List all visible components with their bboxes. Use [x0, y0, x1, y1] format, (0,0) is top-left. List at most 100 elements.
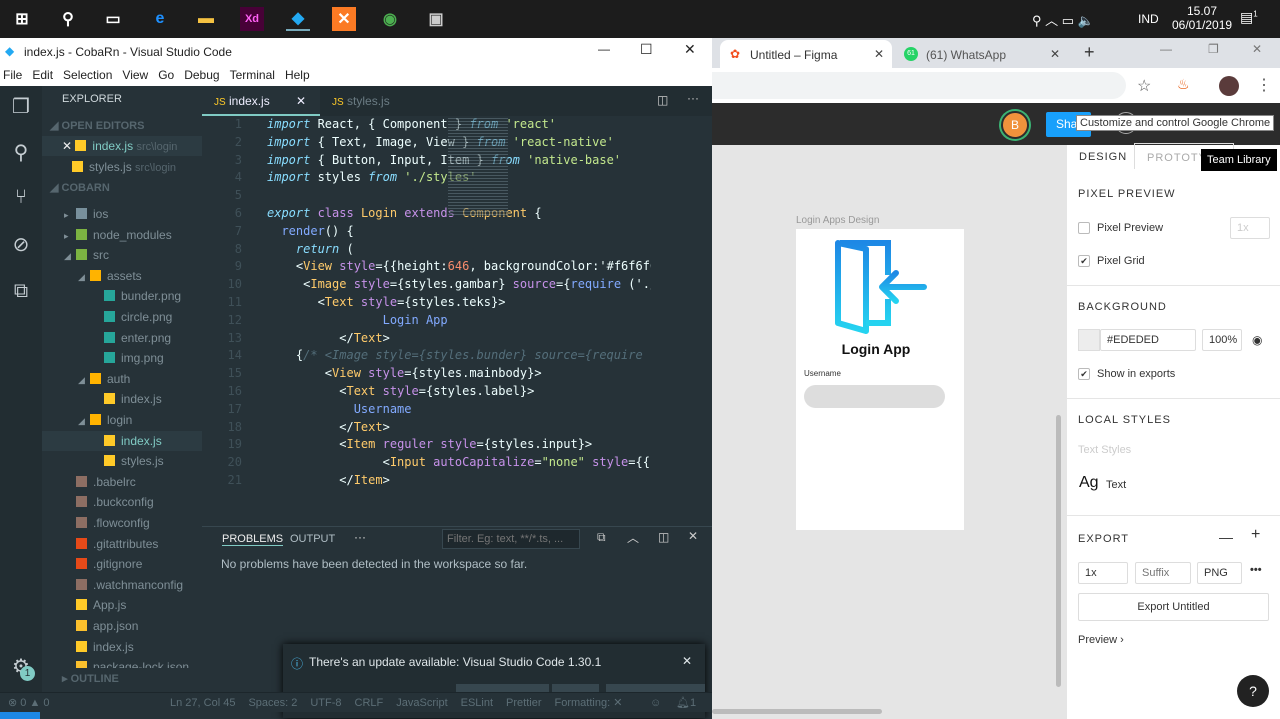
- open-editor-item[interactable]: styles.js src\login: [42, 157, 202, 177]
- close-window-button[interactable]: ✕: [1252, 42, 1262, 56]
- export-suffix-input[interactable]: [1135, 562, 1191, 584]
- code-line[interactable]: <Item reguler style={styles.input}>: [267, 437, 651, 451]
- export-format-select[interactable]: PNG: [1197, 562, 1242, 584]
- tray-icons[interactable]: ⚲ ︿ ▭ 🔈: [1032, 10, 1094, 29]
- open-editors-section[interactable]: ◢ OPEN EDITORS: [42, 115, 202, 135]
- vertical-scrollbar[interactable]: [1056, 415, 1061, 687]
- export-more-icon[interactable]: •••: [1250, 564, 1262, 576]
- tree-item[interactable]: ◢ login: [42, 410, 202, 430]
- new-tab-button[interactable]: +: [1084, 42, 1095, 63]
- tree-item[interactable]: img.png: [42, 348, 202, 368]
- code-line[interactable]: <View style={{height:646, backgroundColo…: [267, 259, 651, 273]
- code-line[interactable]: Username: [267, 402, 651, 416]
- tree-item[interactable]: .gitattributes: [42, 534, 202, 554]
- minimize-button[interactable]: —: [1160, 42, 1172, 56]
- user-avatar[interactable]: B: [1001, 111, 1029, 139]
- tree-item[interactable]: .babelrc: [42, 472, 202, 492]
- menu-file[interactable]: File: [3, 68, 22, 82]
- tree-item[interactable]: styles.js: [42, 451, 202, 471]
- code-line[interactable]: <Text style={styles.label}>: [267, 384, 651, 398]
- close-panel-icon[interactable]: ✕: [688, 529, 698, 543]
- tree-item[interactable]: App.js: [42, 595, 202, 615]
- tab-styles-js[interactable]: JS styles.js: [320, 86, 390, 116]
- code-line[interactable]: <View style={styles.mainbody}>: [267, 366, 651, 380]
- toggle-panel-icon[interactable]: ◫: [658, 530, 669, 544]
- menu-edit[interactable]: Edit: [32, 68, 53, 82]
- maximize-panel-icon[interactable]: ︿: [627, 529, 639, 546]
- settings-gear-icon[interactable]: ⚙ 1: [8, 654, 35, 681]
- username-field[interactable]: [804, 385, 945, 408]
- extension-fire-icon[interactable]: ♨: [1177, 76, 1190, 93]
- code-line[interactable]: <Text style={styles.teks}>: [267, 295, 651, 309]
- export-preview-toggle[interactable]: Preview ›: [1078, 634, 1124, 646]
- tree-item[interactable]: ▸ ios: [42, 204, 202, 224]
- eye-visibility-icon[interactable]: ◉: [1252, 333, 1262, 347]
- tree-item[interactable]: .buckconfig: [42, 492, 202, 512]
- code-line[interactable]: </Text>: [267, 420, 651, 434]
- debug-icon[interactable]: ⊘: [8, 232, 34, 258]
- code-line[interactable]: </Item>: [267, 473, 651, 487]
- remove-export-icon[interactable]: —: [1219, 529, 1233, 545]
- feedback-smiley-icon[interactable]: ☺: [650, 693, 661, 713]
- code-line[interactable]: </Text>: [267, 331, 651, 345]
- close-tab-icon[interactable]: ✕: [296, 86, 306, 116]
- menu-help[interactable]: Help: [285, 68, 310, 82]
- tree-item[interactable]: index.js: [42, 637, 202, 657]
- menu-selection[interactable]: Selection: [63, 68, 112, 82]
- problems-status[interactable]: ⊗ 0 ▲ 0: [8, 693, 50, 713]
- project-section[interactable]: ◢ COBARN: [42, 177, 202, 197]
- code-line[interactable]: <Image style={styles.gambar} source={req…: [267, 277, 651, 291]
- tab-whatsapp[interactable]: 61 (61) WhatsApp ✕: [900, 40, 1072, 68]
- background-color-input[interactable]: #EDEDED: [1100, 329, 1196, 351]
- close-tab-icon[interactable]: ✕: [874, 47, 884, 61]
- terminal-icon[interactable]: ▣: [424, 7, 448, 31]
- clock[interactable]: 15.07 06/01/2019: [1172, 4, 1232, 32]
- minimap[interactable]: [448, 116, 508, 216]
- menu-view[interactable]: View: [122, 68, 148, 82]
- menu-debug[interactable]: Debug: [184, 68, 219, 82]
- action-center-icon[interactable]: ▤1: [1240, 9, 1258, 26]
- horizontal-scrollbar[interactable]: [712, 709, 882, 714]
- tab-figma[interactable]: ✿ Untitled – Figma ✕: [720, 40, 892, 68]
- tree-item[interactable]: .flowconfig: [42, 513, 202, 533]
- close-tab-icon[interactable]: ✕: [1050, 47, 1060, 61]
- export-scale-select[interactable]: 1x: [1078, 562, 1128, 584]
- outline-section[interactable]: ▸ OUTLINE: [42, 668, 202, 688]
- show-in-exports-checkbox[interactable]: ✔: [1078, 368, 1090, 380]
- collapse-all-icon[interactable]: ⧉: [597, 530, 606, 545]
- tab-output[interactable]: OUTPUT: [290, 533, 335, 545]
- tree-item[interactable]: ◢ assets: [42, 266, 202, 286]
- status-item[interactable]: Spaces: 2: [248, 693, 297, 713]
- notifications-bell-icon[interactable]: 🔔︎1: [676, 693, 696, 713]
- chrome-menu-icon[interactable]: ⋮: [1256, 75, 1272, 95]
- tree-item[interactable]: bunder.png: [42, 286, 202, 306]
- file-explorer-icon[interactable]: ▬: [194, 7, 218, 31]
- tab-problems[interactable]: PROBLEMS: [222, 533, 284, 546]
- edge-icon[interactable]: e: [148, 7, 172, 31]
- problems-filter-input[interactable]: [442, 529, 580, 549]
- split-editor-icon[interactable]: ◫: [657, 93, 668, 107]
- close-notification-icon[interactable]: ✕: [682, 654, 692, 668]
- text-style-sample[interactable]: Ag: [1079, 474, 1099, 492]
- open-editor-item[interactable]: ✕ index.js src\login: [42, 136, 202, 156]
- profile-avatar[interactable]: [1219, 76, 1239, 96]
- restore-button[interactable]: ❐: [1208, 42, 1219, 56]
- tree-item[interactable]: enter.png: [42, 328, 202, 348]
- background-opacity-input[interactable]: 100%: [1202, 329, 1242, 351]
- status-item[interactable]: ESLint: [461, 693, 493, 713]
- code-line[interactable]: <Input autoCapitalize="none" style={{: [267, 455, 651, 469]
- menu-terminal[interactable]: Terminal: [230, 68, 275, 82]
- text-style-name[interactable]: Text: [1106, 479, 1126, 491]
- tree-item[interactable]: ◢ auth: [42, 369, 202, 389]
- status-item[interactable]: Prettier: [506, 693, 541, 713]
- frame-label[interactable]: Login Apps Design: [796, 215, 879, 226]
- tab-index-js[interactable]: JS index.js ✕: [202, 86, 320, 116]
- pixel-preview-checkbox[interactable]: [1078, 222, 1090, 234]
- tree-item[interactable]: app.json: [42, 616, 202, 636]
- code-line[interactable]: render() {: [267, 224, 651, 238]
- status-item[interactable]: JavaScript: [396, 693, 447, 713]
- login-frame[interactable]: Login App Username: [796, 229, 964, 530]
- tab-design[interactable]: DESIGN: [1079, 151, 1127, 163]
- pixel-preview-scale-select[interactable]: 1x: [1230, 217, 1270, 239]
- add-export-icon[interactable]: +: [1251, 526, 1260, 544]
